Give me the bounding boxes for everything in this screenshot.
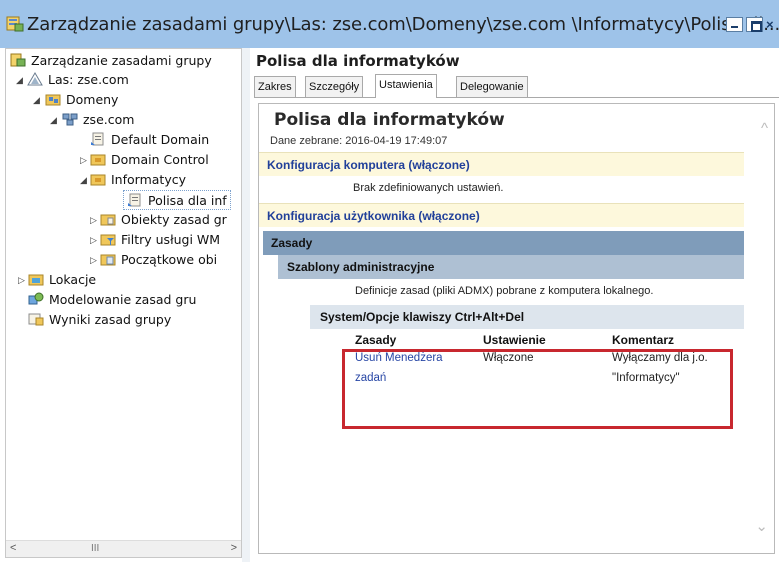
admin-templates-header[interactable]: Szablony administracyjne <box>278 255 744 279</box>
expand-arrow-icon[interactable]: ▷ <box>18 270 25 290</box>
tab-ustawienia[interactable]: Ustawienia <box>375 74 437 98</box>
pane-splitter[interactable] <box>242 48 250 562</box>
col-header-comment: Komentarz <box>612 333 675 347</box>
highlight-annotation-box <box>342 349 733 429</box>
close-button[interactable]: × <box>766 17 779 32</box>
tree-item-label: Las: zse.com <box>48 72 129 87</box>
details-title: Polisa dla informatyków <box>256 52 460 70</box>
expand-arrow-icon[interactable]: ▷ <box>90 210 97 230</box>
report-date: Dane zebrane: 2016-04-19 17:49:07 <box>270 135 448 147</box>
expand-arrow-icon[interactable]: ▷ <box>80 150 87 170</box>
tree-item-label: zse.com <box>83 112 135 127</box>
collapse-arrow-icon[interactable]: ◢ <box>50 110 57 130</box>
collapse-arrow-icon[interactable]: ◢ <box>33 90 40 110</box>
window-titlebar: Zarządzanie zasadami grupy\Las: zse.com\… <box>0 0 779 48</box>
gpm-console-icon <box>10 53 26 67</box>
tree-item-starter-gpos[interactable]: Początkowe obi <box>100 250 217 270</box>
col-header-policy: Zasady <box>355 333 397 347</box>
minimize-button[interactable] <box>726 17 743 32</box>
window-title: Zarządzanie zasadami grupy\Las: zse.com\… <box>27 14 779 35</box>
ou-folder-icon <box>90 174 106 186</box>
gpo-link-icon <box>128 193 141 207</box>
tree-item-label: Informatycy <box>111 172 186 187</box>
domains-folder-icon <box>45 94 61 106</box>
ou-folder-icon <box>90 154 106 166</box>
collapse-arrow-icon[interactable]: ◢ <box>16 70 23 90</box>
scroll-down-chevron-icon[interactable]: ⌄ <box>755 517 768 535</box>
forest-icon <box>27 72 43 86</box>
ctrl-alt-del-category[interactable]: System/Opcje klawiszy Ctrl+Alt+Del <box>310 305 744 329</box>
tab-szczegoly[interactable]: Szczegóły <box>305 76 364 97</box>
tree-item-gp-modeling[interactable]: Modelowanie zasad gru <box>28 290 196 310</box>
maximize-button[interactable] <box>746 17 763 32</box>
tree-item-forest[interactable]: Las: zse.com <box>27 70 129 90</box>
tree-item-label: Domain Control <box>111 152 209 167</box>
tree-item-label: Obiekty zasad gr <box>121 212 227 227</box>
collapse-arrow-icon[interactable]: ◢ <box>80 170 87 190</box>
tree-item-label: Początkowe obi <box>121 252 218 267</box>
tree-item-label: Filtry usługi WM <box>121 232 221 247</box>
console-tree[interactable]: Zarządzanie zasadami grupy ◢ Las: zse.co… <box>5 48 242 558</box>
tree-item-label: Zarządzanie zasadami grupy <box>31 53 212 68</box>
group-policy-management-icon <box>6 16 24 32</box>
tree-item-domain-controllers[interactable]: Domain Control <box>90 150 209 170</box>
tree-item-default-domain[interactable]: Default Domain <box>90 130 209 150</box>
modeling-icon <box>28 292 44 305</box>
tree-item-sites[interactable]: Lokacje <box>28 270 96 290</box>
wmi-filter-folder-icon <box>100 234 116 246</box>
tab-zakres[interactable]: Zakres <box>254 76 296 97</box>
tree-item-label: Modelowanie zasad gru <box>49 292 197 307</box>
col-header-setting: Ustawienie <box>483 333 546 347</box>
report-title: Polisa dla informatyków <box>274 110 505 130</box>
tree-item-domains[interactable]: Domeny <box>45 90 118 110</box>
expand-arrow-icon[interactable]: ▷ <box>90 230 97 250</box>
domain-icon <box>62 113 78 126</box>
tree-item-label: Lokacje <box>49 272 97 287</box>
tree-item-label: Domeny <box>66 92 119 107</box>
scroll-right-arrow[interactable]: > <box>231 542 237 554</box>
computer-config-header[interactable]: Konfiguracja komputera (włączone) <box>259 152 744 176</box>
sites-icon <box>28 274 44 286</box>
gpo-link-icon <box>91 132 104 146</box>
admx-note: Definicje zasad (pliki ADMX) pobrane z k… <box>355 285 654 297</box>
computer-config-note: Brak zdefiniowanych ustawień. <box>353 182 504 194</box>
tree-item-wmi-filters[interactable]: Filtry usługi WM <box>100 230 220 250</box>
settings-report[interactable]: Polisa dla informatyków Dane zebrane: 20… <box>258 103 775 554</box>
scroll-up-chevron-icon[interactable]: ^ <box>761 120 768 137</box>
tree-item-gpm-root[interactable]: Zarządzanie zasadami grupy <box>10 51 212 71</box>
starter-gpo-folder-icon <box>100 254 116 266</box>
tree-item-gpo-objects[interactable]: Obiekty zasad gr <box>100 210 227 230</box>
gpo-folder-icon <box>100 214 116 226</box>
tree-item-label: Polisa dla inf <box>148 193 227 208</box>
tree-horizontal-scrollbar[interactable]: < III > <box>6 540 241 557</box>
details-pane: Polisa dla informatyków Zakres Szczegóły… <box>250 48 779 562</box>
tree-item-label: Wyniki zasad grupy <box>49 312 172 327</box>
tree-item-zse-com[interactable]: zse.com <box>62 110 134 130</box>
scroll-left-arrow[interactable]: < <box>10 542 16 554</box>
expand-arrow-icon[interactable]: ▷ <box>90 250 97 270</box>
tree-item-informatycy[interactable]: Informatycy <box>90 170 186 190</box>
tree-item-polisa-selected[interactable]: Polisa dla inf <box>123 190 231 210</box>
tree-item-gp-results[interactable]: Wyniki zasad grupy <box>28 310 171 330</box>
tab-divider <box>254 97 779 98</box>
tree-item-label: Default Domain <box>111 132 210 147</box>
tab-delegowanie[interactable]: Delegowanie <box>456 76 528 97</box>
user-config-header[interactable]: Konfiguracja użytkownika (włączone) <box>259 203 744 227</box>
results-icon <box>28 313 44 326</box>
policies-header[interactable]: Zasady <box>263 231 744 255</box>
scroll-grip[interactable]: III <box>91 543 99 554</box>
